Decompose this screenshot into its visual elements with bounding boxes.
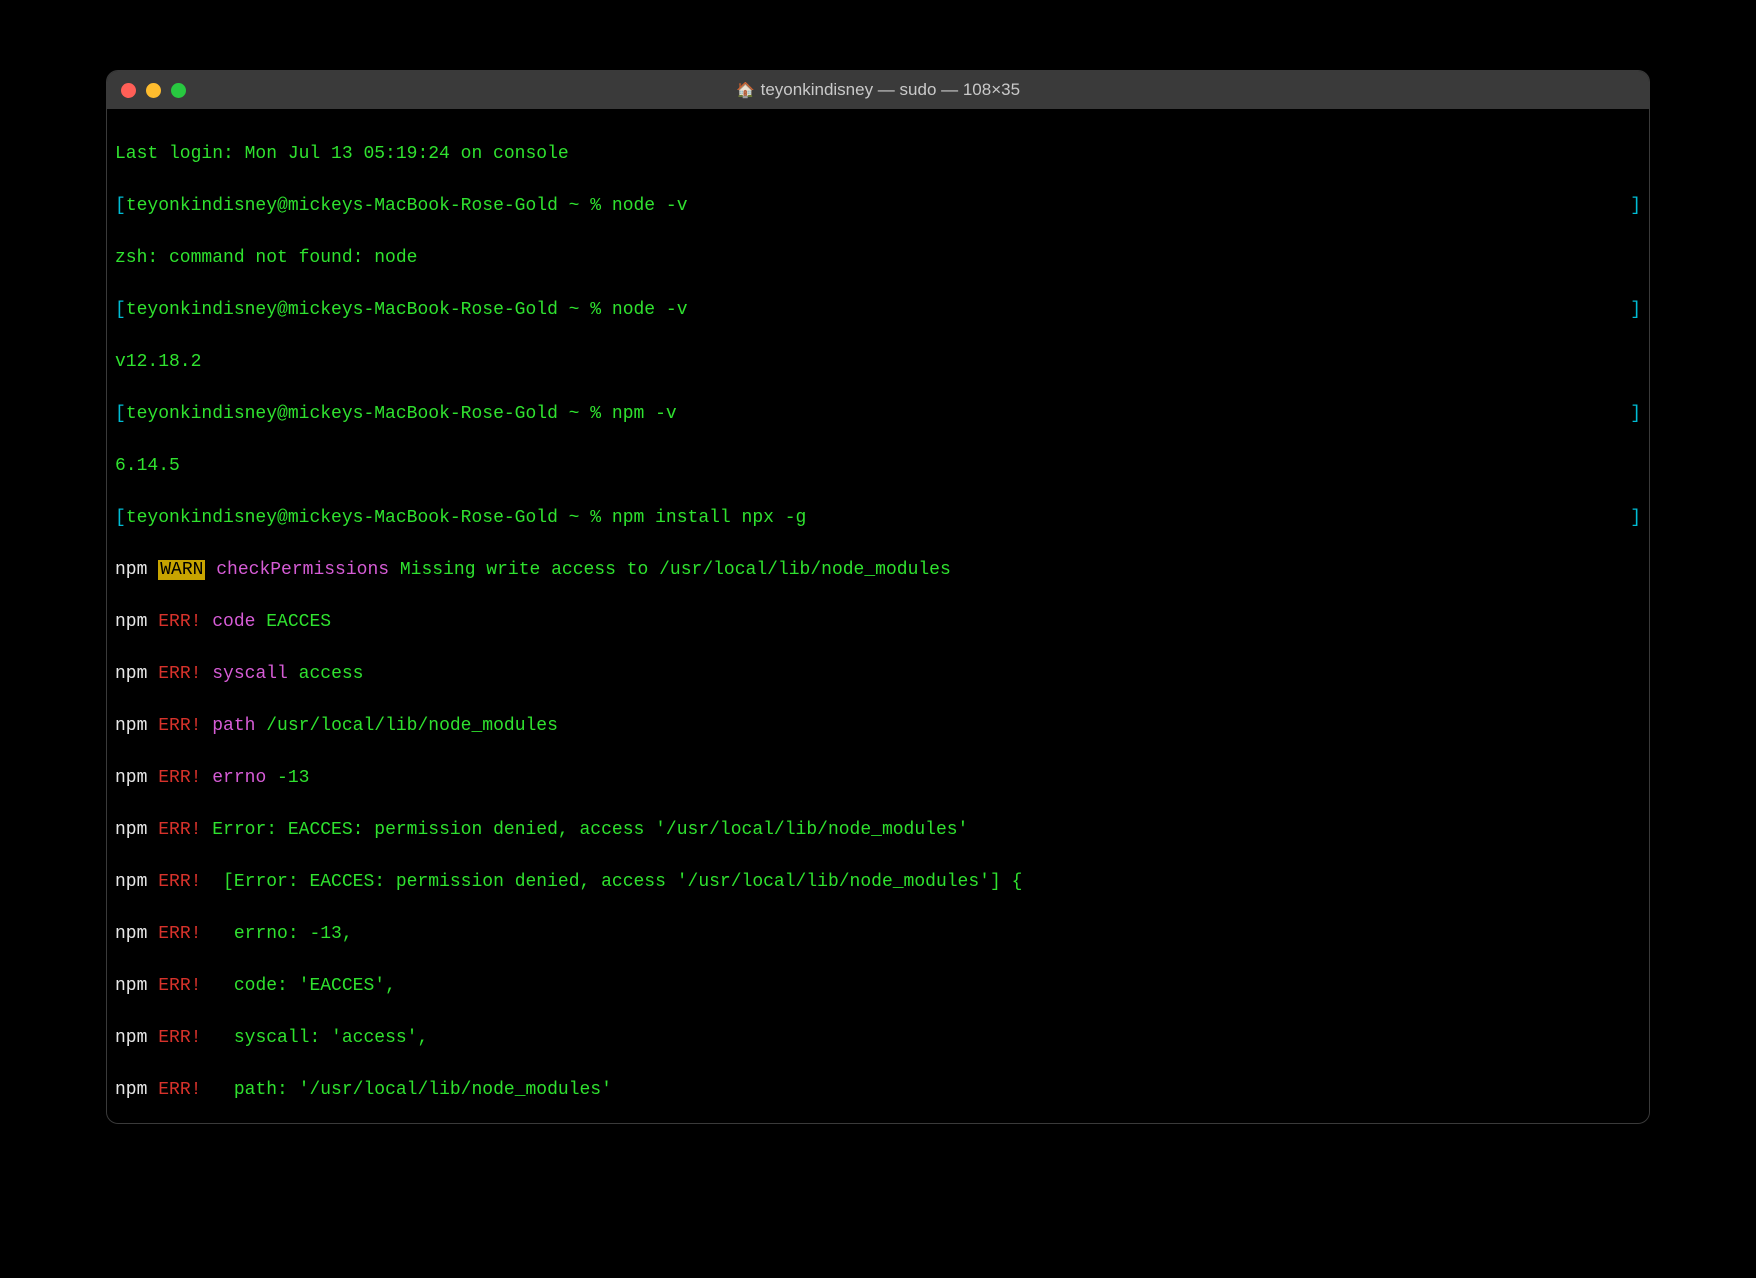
prompt-bracket-open: [ xyxy=(115,196,126,216)
prompt-bracket-open: [ xyxy=(115,300,126,320)
close-button[interactable] xyxy=(121,83,136,98)
prompt-bracket-close: ] xyxy=(1630,297,1641,323)
traffic-lights xyxy=(107,83,186,98)
npm-err-line: npm ERR! path: '/usr/local/lib/node_modu… xyxy=(115,1077,1641,1103)
npm-err-line: npm ERR! syscall access xyxy=(115,661,1641,687)
prompt-text: teyonkindisney@mickeys-MacBook-Rose-Gold… xyxy=(126,508,612,528)
prompt-text: teyonkindisney@mickeys-MacBook-Rose-Gold… xyxy=(126,300,612,320)
command-text: node -v xyxy=(612,300,688,320)
prompt-text: teyonkindisney@mickeys-MacBook-Rose-Gold… xyxy=(126,196,612,216)
prompt-line: [teyonkindisney@mickeys-MacBook-Rose-Gol… xyxy=(115,401,1641,427)
titlebar[interactable]: 🏠 teyonkindisney — sudo — 108×35 xyxy=(107,71,1649,109)
prompt-bracket-close: ] xyxy=(1630,505,1641,531)
npm-warn-line: npm WARN checkPermissions Missing write … xyxy=(115,557,1641,583)
command-text: node -v xyxy=(612,196,688,216)
window-title-text: teyonkindisney — sudo — 108×35 xyxy=(761,80,1020,100)
prompt-bracket-open: [ xyxy=(115,508,126,528)
command-text: npm install npx -g xyxy=(612,508,806,528)
npm-err-line: npm ERR! errno -13 xyxy=(115,765,1641,791)
prompt-text: teyonkindisney@mickeys-MacBook-Rose-Gold… xyxy=(126,404,612,424)
npm-err-line: npm ERR! syscall: 'access', xyxy=(115,1025,1641,1051)
npm-err-line: npm ERR! [Error: EACCES: permission deni… xyxy=(115,869,1641,895)
warn-badge: WARN xyxy=(158,560,205,580)
npm-err-line: npm ERR! path /usr/local/lib/node_module… xyxy=(115,713,1641,739)
terminal-window: 🏠 teyonkindisney — sudo — 108×35 Last lo… xyxy=(106,70,1650,1124)
prompt-bracket-close: ] xyxy=(1630,193,1641,219)
prompt-bracket-close: ] xyxy=(1630,401,1641,427)
command-text: npm -v xyxy=(612,404,677,424)
prompt-bracket-open: [ xyxy=(115,404,126,424)
npm-err-line: npm ERR! code: 'EACCES', xyxy=(115,973,1641,999)
last-login-line: Last login: Mon Jul 13 05:19:24 on conso… xyxy=(115,141,1641,167)
output-line: 6.14.5 xyxy=(115,453,1641,479)
warn-check: checkPermissions xyxy=(205,560,389,580)
terminal-output[interactable]: Last login: Mon Jul 13 05:19:24 on conso… xyxy=(107,109,1649,1123)
minimize-button[interactable] xyxy=(146,83,161,98)
npm-label: npm xyxy=(115,560,147,580)
prompt-line: [teyonkindisney@mickeys-MacBook-Rose-Gol… xyxy=(115,505,1641,531)
prompt-line: [teyonkindisney@mickeys-MacBook-Rose-Gol… xyxy=(115,297,1641,323)
npm-err-line: npm ERR! Error: EACCES: permission denie… xyxy=(115,817,1641,843)
warn-msg: Missing write access to /usr/local/lib/n… xyxy=(389,560,951,580)
output-line: zsh: command not found: node xyxy=(115,245,1641,271)
maximize-button[interactable] xyxy=(171,83,186,98)
npm-err-line: npm ERR! code EACCES xyxy=(115,609,1641,635)
npm-err-line: npm ERR! errno: -13, xyxy=(115,921,1641,947)
window-title: 🏠 teyonkindisney — sudo — 108×35 xyxy=(107,80,1649,100)
home-icon: 🏠 xyxy=(736,81,755,99)
prompt-line: [teyonkindisney@mickeys-MacBook-Rose-Gol… xyxy=(115,193,1641,219)
output-line: v12.18.2 xyxy=(115,349,1641,375)
